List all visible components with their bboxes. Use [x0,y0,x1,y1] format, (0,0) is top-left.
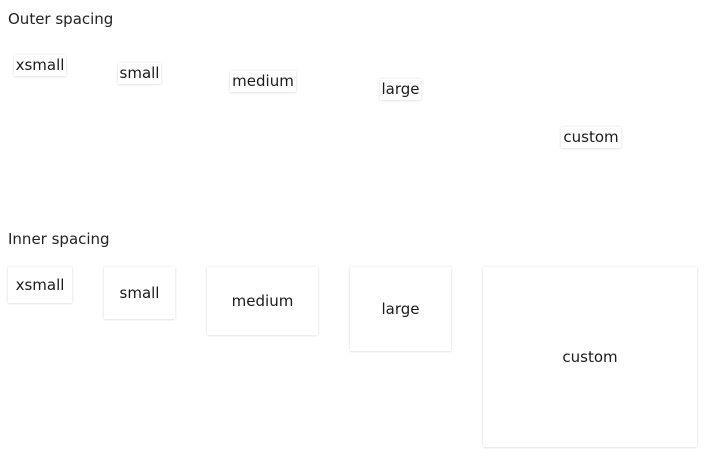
box-label: custom [562,348,618,366]
inner-spacing-xsmall-box: xsmall [8,267,72,303]
outer-spacing-xsmall-box: xsmall [14,55,66,76]
box-label: small [119,284,160,302]
outer-spacing-large-box: large [380,79,421,100]
box-label: small [119,64,160,82]
inner-spacing-small-box: small [104,267,175,319]
box-label: medium [231,292,294,310]
inner-spacing-large-box: large [350,267,451,351]
inner-spacing-medium-box: medium [207,267,318,335]
box-label: custom [563,128,619,146]
outer-spacing-small-box: small [118,63,161,84]
inner-spacing-custom-box: custom [483,267,697,447]
box-label: xsmall [15,56,65,74]
inner-spacing-heading: Inner spacing [8,230,110,248]
outer-spacing-medium-box: medium [230,71,296,92]
box-label: medium [232,72,294,90]
box-label: large [381,80,420,98]
outer-spacing-heading: Outer spacing [8,10,114,28]
box-label: large [381,300,420,318]
box-label: xsmall [15,276,65,294]
outer-spacing-custom-box: custom [561,127,621,148]
